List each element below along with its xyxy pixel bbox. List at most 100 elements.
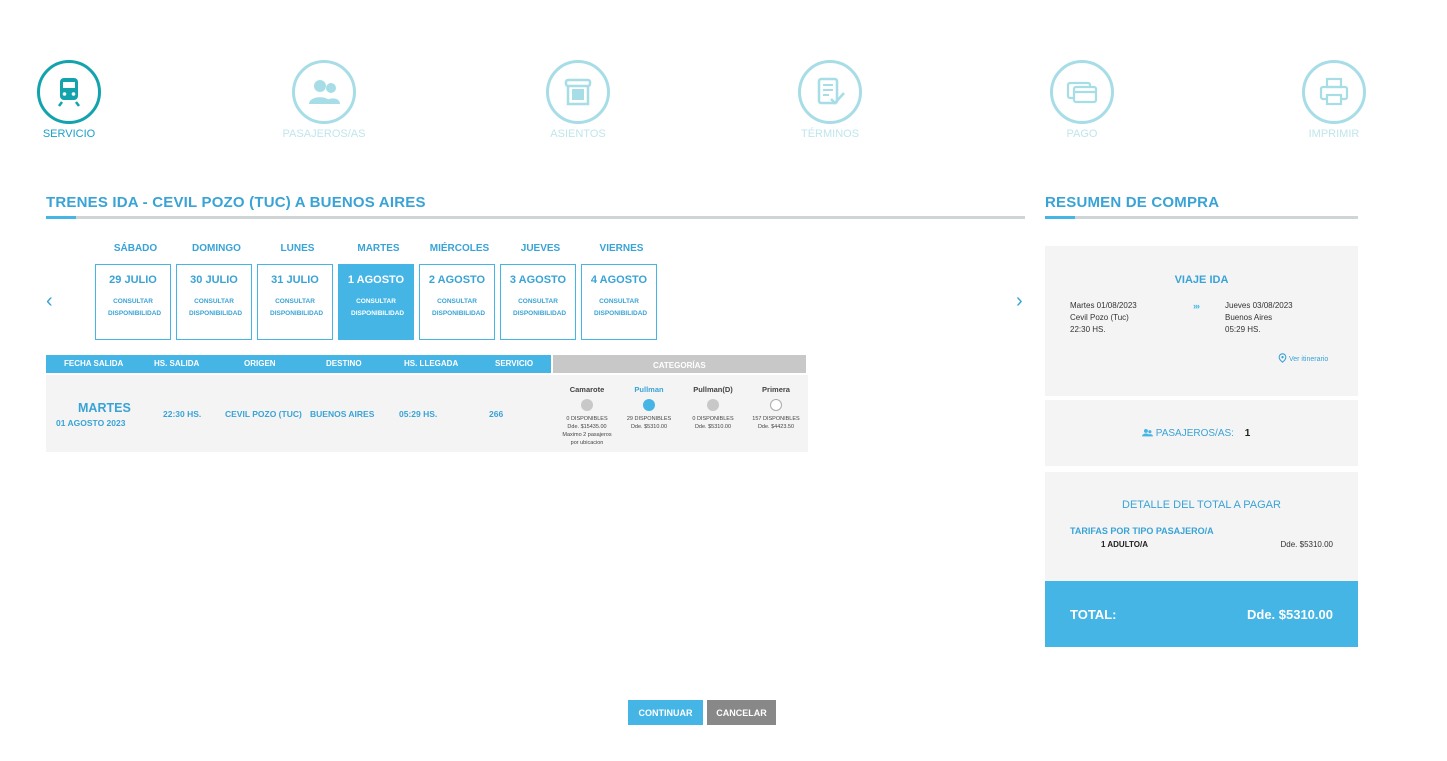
cancel-button[interactable]: CANCELAR [707,700,776,725]
fare-title: TARIFAS POR TIPO PASAJERO/A [1070,526,1214,536]
category-note: Maximo 2 pasajeros [562,432,612,438]
day-box[interactable]: 31 JULIO CONSULTAR DISPONIBILIDAD [257,264,333,340]
results-table-header: FECHA SALIDA HS. SALIDA ORIGEN DESTINO H… [46,355,806,373]
total-value: Dde. $5310.00 [1246,607,1333,622]
step-pago[interactable]: PAGO [1022,60,1142,140]
day-name: VIERNES [599,243,644,254]
day-name: MIÉRCOLES [429,243,490,254]
col-hs-salida: HS. SALIDA [154,359,200,368]
category-name: Pullman [634,385,664,394]
day-box[interactable]: 29 JULIO CONSULTAR DISPONIBILIDAD [95,264,171,340]
day-name: DOMINGO [192,243,241,254]
day-names: SÁBADO DOMINGO LUNES MARTES MIÉRCOLES JU… [95,243,662,254]
detail-title: DETALLE DEL TOTAL A PAGAR [1122,499,1281,511]
step-asientos[interactable]: ASIENTOS [518,60,638,140]
col-categorias: CATEGORÍAS [652,361,706,370]
passengers-count: 1 [1244,428,1251,439]
day-status: CONSULTAR DISPONIBILIDAD [351,298,405,317]
day-status: CONSULTAR DISPONIBILIDAD [594,298,648,317]
day-box-selected[interactable]: 1 AGOSTO CONSULTAR DISPONIBILIDAD [338,264,414,340]
day-box[interactable]: 3 AGOSTO CONSULTAR DISPONIBILIDAD [500,264,576,340]
step-imprimir-label: IMPRIMIR [1308,128,1360,140]
trip-title-rule [46,216,1025,219]
continue-button[interactable]: CONTINUAR [628,700,703,725]
col-servicio: SERVICIO [495,359,534,368]
itinerary-link[interactable]: Ver itinerario [1278,353,1328,363]
step-pasajeros-label: PASAJEROS/AS [282,128,366,140]
day-date: 31 JULIO [271,274,319,286]
day-date: 4 AGOSTO [590,274,648,286]
col-origen: ORIGEN [244,359,276,368]
to-time: 05:29 HS. [1225,325,1261,334]
day-box[interactable]: 2 AGOSTO CONSULTAR DISPONIBILIDAD [419,264,495,340]
from-date: Martes 01/08/2023 [1070,301,1137,310]
day-box[interactable]: 30 JULIO CONSULTAR DISPONIBILIDAD [176,264,252,340]
total-detail-panel: DETALLE DEL TOTAL A PAGAR TARIFAS POR TI… [1045,472,1358,582]
terms-icon [817,77,845,105]
train-icon [58,78,80,107]
category-radio[interactable] [707,399,719,411]
row-day: MARTES [78,401,131,415]
summary-title-rule [1045,216,1358,219]
printer-icon [1319,77,1349,106]
category-radio[interactable] [770,399,782,411]
row-departure: 22:30 HS. [163,409,202,419]
passengers-row: PASAJEROS/AS: 1 [1142,428,1250,439]
category-available: 29 DISPONIBLES [626,416,672,422]
total-label: TOTAL: [1070,607,1117,622]
day-status: CONSULTAR DISPONIBILIDAD [189,298,243,317]
row-service: 266 [489,409,504,419]
users-icon [1142,428,1153,437]
day-date: 29 JULIO [109,274,157,286]
day-name: SÁBADO [113,243,158,254]
table-row[interactable]: MARTES 01 AGOSTO 2023 22:30 HS. CEVIL PO… [46,375,808,452]
day-status: CONSULTAR DISPONIBILIDAD [108,298,162,317]
to-date: Jueves 03/08/2023 [1225,301,1293,310]
map-pin-icon [1278,353,1287,363]
total-box: TOTAL: Dde. $5310.00 [1045,581,1358,647]
progress-steps: SERVICIO PASAJEROS/AS ASIENTOS TÉRMINOS … [0,0,1447,150]
step-pago-circle [1050,60,1114,124]
fare-item: 1 ADULTO/A [1101,540,1148,549]
category-available: 157 DISPONIBLES [752,416,800,422]
row-arrival: 05:29 HS. [399,409,438,419]
seat-icon [564,78,592,106]
category-note: por ubicacion [570,440,604,446]
category-pullman[interactable]: Pullman 29 DISPONIBLES Dde. $5310.00 [618,385,680,431]
step-pasajeros[interactable]: PASAJEROS/AS [264,60,384,140]
step-servicio-circle [37,60,101,124]
step-asientos-label: ASIENTOS [550,128,606,140]
category-primera[interactable]: Primera 157 DISPONIBLES Dde. $4423.50 [745,385,807,431]
card-icon [1066,81,1098,104]
trip-columns-header: FECHA SALIDA HS. SALIDA ORIGEN DESTINO H… [46,355,551,373]
day-name: JUEVES [520,243,561,254]
step-imprimir[interactable]: IMPRIMIR [1274,60,1394,140]
category-available: 0 DISPONIBLES [692,416,734,422]
passengers-label: PASAJEROS/AS: [1155,428,1234,439]
direction-arrows-icon: ››› [1193,301,1200,311]
viaje-ida-title: VIAJE IDA [1174,274,1229,286]
category-name: Camarote [569,385,605,394]
prev-week-arrow[interactable]: ‹ [46,290,53,313]
category-name: Primera [762,385,790,394]
category-price: Dde. $4423.50 [757,424,795,430]
category-options: Camarote 0 DISPONIBLES Dde. $15435.00 Ma… [556,375,808,452]
step-terminos[interactable]: TÉRMINOS [770,60,890,140]
next-week-arrow[interactable]: › [1016,290,1023,313]
category-price: Dde. $5310.00 [630,424,668,430]
day-box[interactable]: 4 AGOSTO CONSULTAR DISPONIBILIDAD [581,264,657,340]
step-servicio[interactable]: SERVICIO [9,60,129,140]
category-camarote[interactable]: Camarote 0 DISPONIBLES Dde. $15435.00 Ma… [556,385,618,447]
day-name: LUNES [280,243,315,254]
category-pullman-d[interactable]: Pullman(D) 0 DISPONIBLES Dde. $5310.00 [682,385,744,431]
row-origin: CEVIL POZO (TUC) [225,409,302,419]
day-status: CONSULTAR DISPONIBILIDAD [270,298,324,317]
itinerary-link-label: Ver itinerario [1288,356,1329,363]
passengers-panel: PASAJEROS/AS: 1 [1045,400,1358,466]
step-terminos-label: TÉRMINOS [800,128,860,140]
from-time: 22:30 HS. [1070,325,1106,334]
category-radio[interactable] [643,399,655,411]
to-place: Buenos Aires [1225,313,1273,322]
category-radio[interactable] [581,399,593,411]
day-date: 30 JULIO [190,274,238,286]
